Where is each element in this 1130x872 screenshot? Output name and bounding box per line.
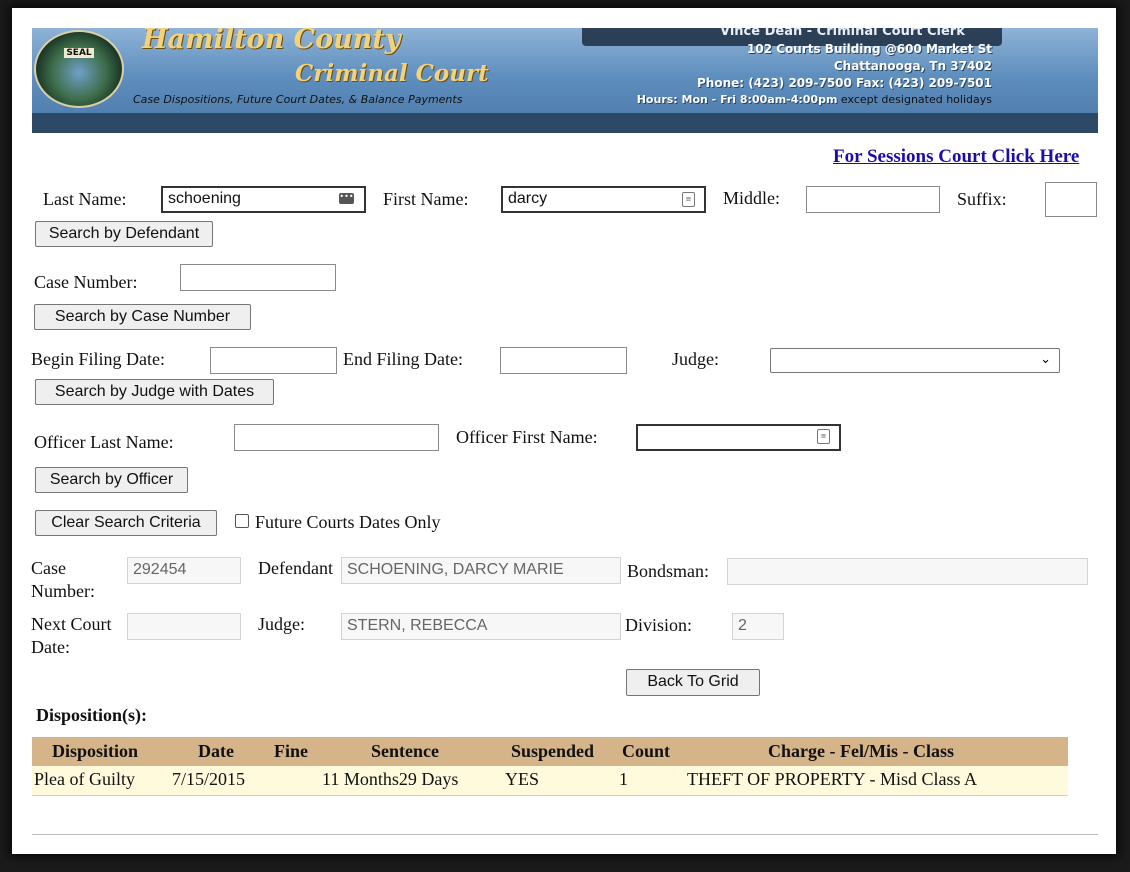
next-court-date-label-line2: Date: [31, 637, 70, 657]
future-dates-checkbox[interactable] [235, 514, 249, 528]
search-by-judge-button[interactable]: Search by Judge with Dates [35, 379, 274, 405]
defendant-field: SCHOENING, DARCY MARIE [341, 557, 621, 584]
back-to-grid-button[interactable]: Back To Grid [626, 669, 760, 696]
future-dates-label: Future Courts Dates Only [255, 512, 441, 532]
cell-sentence: 11 Months29 Days [322, 769, 459, 789]
clear-search-button[interactable]: Clear Search Criteria [35, 510, 217, 536]
table-header: Disposition Date Fine Sentence Suspended… [32, 737, 1068, 766]
header-title: Hamilton County [142, 28, 401, 55]
case-number-label: Case Number: [34, 272, 138, 292]
contact-card-icon: ≡ [817, 429, 830, 444]
judge-detail-label: Judge: [258, 614, 305, 634]
suffix-input[interactable] [1045, 182, 1097, 217]
case-number-field: 292454 [127, 557, 241, 584]
search-by-defendant-button[interactable]: Search by Defendant [35, 221, 213, 247]
division-field: 2 [732, 613, 784, 640]
header-charge: Charge - Fel/Mis - Class [768, 741, 954, 761]
next-court-date-field [127, 613, 241, 640]
seal-text: SEAL [64, 48, 94, 58]
autofill-key-icon: ••• [339, 193, 354, 204]
case-number-input[interactable] [180, 264, 336, 291]
header-sentence: Sentence [371, 741, 439, 761]
end-filing-date-input[interactable] [500, 347, 627, 374]
dispositions-table: Disposition Date Fine Sentence Suspended… [32, 737, 1068, 796]
phone-line: Phone: (423) 209-7500 Fax: (423) 209-750… [697, 76, 992, 90]
search-by-case-number-button[interactable]: Search by Case Number [34, 304, 251, 330]
bondsman-field [727, 558, 1088, 585]
contact-card-icon: ≡ [682, 192, 695, 207]
case-number-detail-label-line1: Case [31, 558, 66, 578]
header-tagline: Case Dispositions, Future Court Dates, &… [133, 93, 463, 106]
cell-date: 7/15/2015 [172, 769, 246, 789]
sessions-court-link[interactable]: For Sessions Court Click Here [833, 146, 1079, 168]
officer-last-name-input[interactable] [234, 424, 439, 451]
judge-field: STERN, REBECCA [341, 613, 621, 640]
table-row: Plea of Guilty 7/15/2015 11 Months29 Day… [32, 766, 1068, 796]
cell-count: 1 [619, 769, 628, 789]
case-number-detail-label-line2: Number: [31, 581, 95, 601]
search-by-officer-button[interactable]: Search by Officer [35, 467, 188, 493]
header-count: Count [622, 741, 671, 761]
divider [32, 834, 1098, 835]
page-frame: SEAL Hamilton County Criminal Court Case… [12, 8, 1116, 854]
hours-note: except designated holidays [840, 93, 992, 106]
header-date: Date [198, 741, 234, 761]
header-fine: Fine [274, 741, 308, 761]
first-name-input[interactable]: darcy [501, 186, 706, 213]
clerk-name: Vince Dean - Criminal Court Clerk [720, 28, 965, 39]
cell-disposition: Plea of Guilty [34, 769, 135, 789]
first-name-label: First Name: [383, 189, 469, 209]
next-court-date-label: Next Court Date: [31, 613, 112, 659]
officer-last-name-label: Officer Last Name: [34, 432, 174, 452]
defendant-label: Defendant [258, 558, 333, 578]
address-line-1: 102 Courts Building @600 Market St [747, 42, 992, 56]
middle-name-input[interactable] [806, 186, 940, 213]
header-bar [32, 113, 1098, 133]
officer-first-name-label: Officer First Name: [456, 427, 598, 447]
chevron-down-icon: ⌄ [1040, 352, 1051, 367]
bondsman-label: Bondsman: [627, 561, 710, 581]
division-label: Division: [625, 615, 693, 635]
begin-filing-date-label: Begin Filing Date: [31, 349, 165, 369]
end-filing-date-label: End Filing Date: [343, 349, 463, 369]
address-line-2: Chattanooga, Tn 37402 [833, 59, 992, 73]
cell-suspended: YES [505, 769, 540, 789]
header-subtitle: Criminal Court [295, 60, 489, 87]
last-name-label: Last Name: [43, 189, 127, 209]
header-suspended: Suspended [511, 741, 595, 761]
suffix-label: Suffix: [957, 189, 1007, 209]
case-number-detail-label: Case Number: [31, 557, 95, 603]
next-court-date-label-line1: Next Court [31, 614, 112, 634]
begin-filing-date-input[interactable] [210, 347, 337, 374]
header-disposition: Disposition [52, 741, 139, 761]
middle-name-label: Middle: [723, 188, 780, 208]
dispositions-title: Disposition(s): [36, 705, 148, 725]
hours-line: Hours: Mon - Fri 8:00am-4:00pm except de… [637, 93, 992, 106]
judge-select[interactable]: ⌄ [770, 348, 1060, 373]
judge-select-label: Judge: [672, 349, 719, 369]
hours-text: Hours: Mon - Fri 8:00am-4:00pm [636, 93, 838, 106]
last-name-input[interactable]: schoening [161, 186, 366, 213]
officer-first-name-input[interactable] [636, 424, 841, 451]
county-seal-logo: SEAL [34, 30, 124, 108]
cell-charge: THEFT OF PROPERTY - Misd Class A [687, 769, 977, 789]
